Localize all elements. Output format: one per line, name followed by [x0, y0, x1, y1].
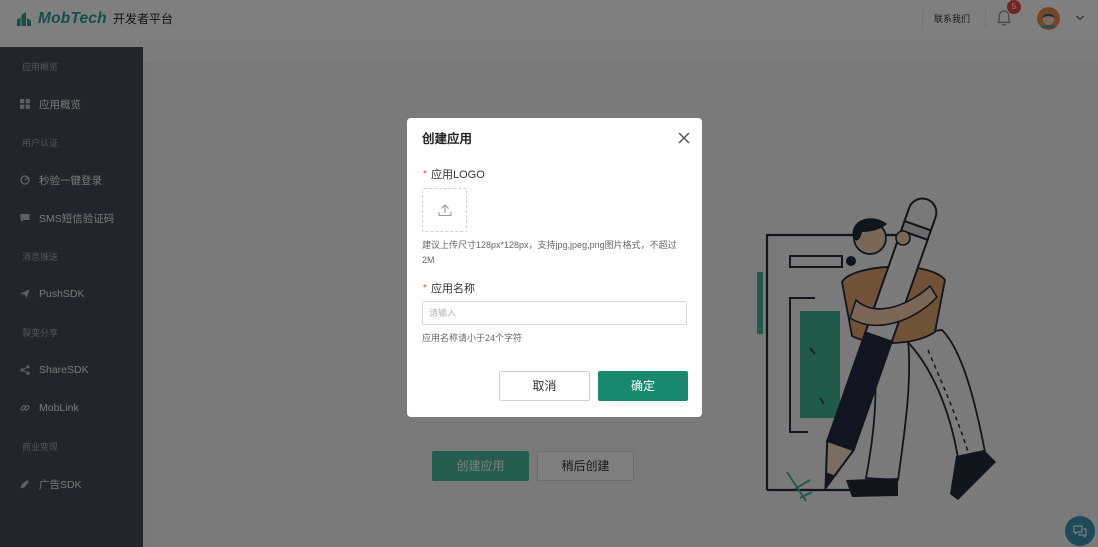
app-name-label: * 应用名称	[422, 282, 475, 296]
required-mark: *	[423, 283, 427, 294]
app-logo-label: * 应用LOGO	[422, 168, 485, 182]
app-name-hint: 应用名称请小于24个字符	[422, 333, 523, 343]
app-name-input[interactable]	[422, 301, 687, 325]
upload-icon	[437, 204, 452, 217]
create-app-dialog: 创建应用 * 应用LOGO 建议上传尺寸128px*128px，支持jpg,jp…	[407, 118, 702, 417]
confirm-button[interactable]: 确定	[598, 371, 688, 401]
logo-upload-box[interactable]	[422, 188, 467, 232]
logo-upload-hint: 建议上传尺寸128px*128px，支持jpg,jpeg,png图片格式，不超过…	[422, 240, 677, 265]
app-logo-label-text: 应用LOGO	[431, 169, 485, 181]
app-name-label-text: 应用名称	[431, 283, 475, 295]
dialog-title: 创建应用	[422, 132, 473, 146]
close-icon[interactable]	[678, 132, 690, 144]
cancel-button[interactable]: 取消	[499, 371, 590, 401]
required-mark: *	[423, 169, 427, 180]
